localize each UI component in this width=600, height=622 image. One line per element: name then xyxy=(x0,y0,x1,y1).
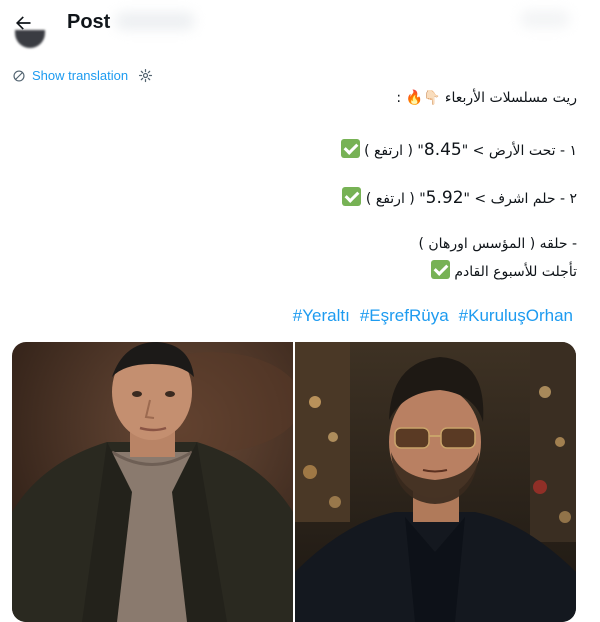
top-header: Post xyxy=(0,0,600,48)
line3-value: 5.92 xyxy=(425,188,464,208)
hashtag-esrefruya[interactable]: #EşrefRüya xyxy=(360,306,449,326)
tweet-line-1-colon: : xyxy=(396,90,402,106)
check-mark-icon xyxy=(342,187,362,206)
check-mark-icon xyxy=(340,139,360,158)
tweet-line-4: - حلقه ( المؤسس اورهان ) xyxy=(418,236,577,252)
tweet-line-3: ٢ - حلم اشرف > "5.92" ( ارتفع ) xyxy=(342,187,577,208)
tweet-line-1-text: ريت مسلسلات الأربعاء xyxy=(444,90,577,106)
line5-text: تأجلت للأسبوع القادم xyxy=(454,264,577,280)
tweet-line-2: ١ - تحت الأرض > "8.45" ( ارتفع ) xyxy=(340,139,577,160)
line2-value: 8.45 xyxy=(423,140,462,160)
emoji-point-down-fire: 👇🏻🔥 xyxy=(405,90,441,106)
show-translation-label: Show translation xyxy=(32,68,129,83)
translate-icon xyxy=(13,69,25,82)
gear-icon xyxy=(139,68,153,83)
line2-prefix: ١ - تحت الأرض xyxy=(488,143,577,159)
hashtag-row: #Yeraltı #EşrefRüya #KuruluşOrhan xyxy=(293,306,573,326)
blurred-action xyxy=(520,10,570,28)
tweet-line-5: تأجلت للأسبوع القادم xyxy=(430,260,577,280)
avatar[interactable] xyxy=(15,30,45,48)
line2-suffix: ( ارتفع ) xyxy=(364,143,413,159)
hashtag-kurulusorhan[interactable]: #KuruluşOrhan xyxy=(459,306,573,326)
show-translation-link[interactable]: Show translation xyxy=(12,68,153,83)
blurred-author-name xyxy=(115,12,195,30)
check-mark-icon xyxy=(430,260,450,279)
photo-left[interactable] xyxy=(12,342,293,622)
right-photo-image xyxy=(295,342,576,622)
tweet-line-1: ريت مسلسلات الأربعاء 👇🏻🔥 : xyxy=(396,90,577,106)
translation-settings-button[interactable] xyxy=(138,68,153,83)
line3-suffix: ( ارتفع ) xyxy=(365,191,415,207)
hashtag-yeralti[interactable]: #Yeraltı xyxy=(293,306,350,326)
left-photo-image xyxy=(12,342,293,622)
media-grid xyxy=(12,342,576,622)
photo-right[interactable] xyxy=(295,342,576,622)
line3-prefix: ٢ - حلم اشرف xyxy=(490,191,577,207)
page-title: Post xyxy=(67,11,111,33)
